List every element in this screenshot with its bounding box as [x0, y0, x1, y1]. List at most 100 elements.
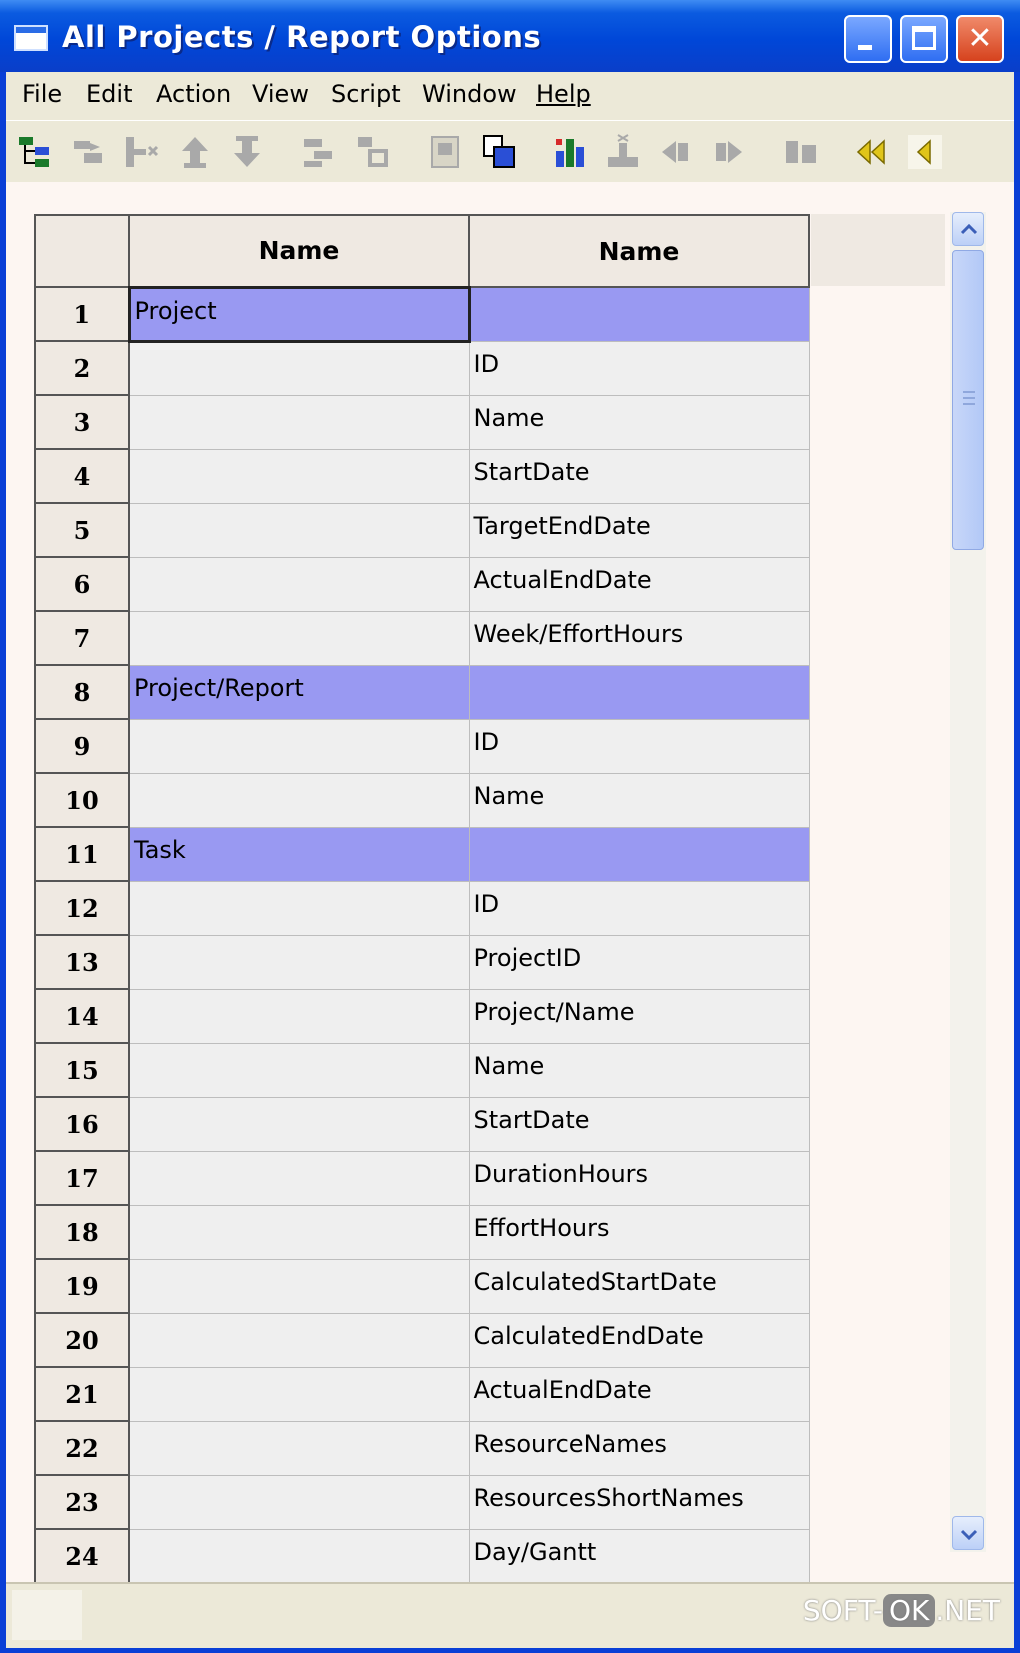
cell-level-1[interactable]	[128, 1366, 470, 1422]
corner-header[interactable]	[34, 214, 130, 288]
row-number[interactable]: 19	[34, 1258, 130, 1314]
cell-level-2[interactable]: ID	[468, 880, 810, 936]
cell-level-1[interactable]	[128, 1042, 470, 1098]
maximize-button[interactable]	[900, 15, 948, 63]
close-button[interactable]: ✕	[956, 15, 1004, 63]
cell-level-2[interactable]: ID	[468, 718, 810, 774]
row-number[interactable]: 16	[34, 1096, 130, 1152]
table-row[interactable]: 14 Project/Name	[34, 988, 810, 1044]
row-number[interactable]: 21	[34, 1366, 130, 1422]
row-number[interactable]: 18	[34, 1204, 130, 1260]
cell-level-2[interactable]: CalculatedEndDate	[468, 1312, 810, 1368]
table-row[interactable]: 5 TargetEndDate	[34, 502, 810, 558]
table-row[interactable]: 12 ID	[34, 880, 810, 936]
scroll-thumb[interactable]	[952, 250, 984, 550]
row-number[interactable]: 23	[34, 1474, 130, 1530]
cell-level-1[interactable]	[128, 1420, 470, 1476]
cell-level-1[interactable]	[128, 1096, 470, 1152]
cell-level-2[interactable]: EffortHours	[468, 1204, 810, 1260]
cell-level-2[interactable]: Project/Name	[468, 988, 810, 1044]
cell-level-2[interactable]	[468, 664, 810, 720]
table-row[interactable]: 24 Day/Gantt	[34, 1528, 810, 1584]
menu-script[interactable]: Script	[331, 80, 401, 108]
cell-level-1[interactable]	[128, 880, 470, 936]
table-row[interactable]: 20 CalculatedEndDate	[34, 1312, 810, 1368]
move-up-icon[interactable]	[176, 133, 214, 171]
cell-level-1[interactable]	[128, 988, 470, 1044]
cell-level-1[interactable]	[128, 610, 470, 666]
table-row[interactable]: 22 ResourceNames	[34, 1420, 810, 1476]
tree-view-icon[interactable]	[16, 133, 54, 171]
cell-level-2[interactable]: Week/EffortHours	[468, 610, 810, 666]
next-icon[interactable]	[710, 133, 748, 171]
insert-icon[interactable]	[604, 133, 642, 171]
row-number[interactable]: 5	[34, 502, 130, 558]
cell-level-2[interactable]: Name	[468, 394, 810, 450]
table-row[interactable]: 17 DurationHours	[34, 1150, 810, 1206]
cell-level-2[interactable]: Name	[468, 1042, 810, 1098]
row-number[interactable]: 22	[34, 1420, 130, 1476]
row-number[interactable]: 6	[34, 556, 130, 612]
table-row[interactable]: 18 EffortHours	[34, 1204, 810, 1260]
column-header-name-2[interactable]: Name	[468, 214, 810, 288]
cell-level-2[interactable]: TargetEndDate	[468, 502, 810, 558]
row-number[interactable]: 8	[34, 664, 130, 720]
copy-icon[interactable]	[480, 133, 518, 171]
cell-level-2[interactable]	[468, 826, 810, 882]
page-icon[interactable]	[426, 133, 464, 171]
cell-level-1[interactable]: Project/Report	[128, 664, 470, 720]
move-down-icon[interactable]	[228, 133, 266, 171]
row-number[interactable]: 14	[34, 988, 130, 1044]
table-row[interactable]: 4 StartDate	[34, 448, 810, 504]
cell-level-1[interactable]	[128, 448, 470, 504]
scroll-up-button[interactable]	[952, 212, 984, 246]
group-row[interactable]: 1 Project	[34, 285, 810, 343]
minimize-button[interactable]	[844, 15, 892, 63]
columns-icon[interactable]	[782, 133, 820, 171]
row-number[interactable]: 24	[34, 1528, 130, 1584]
cell-level-2[interactable]: ActualEndDate	[468, 556, 810, 612]
cell-level-2[interactable]: Name	[468, 772, 810, 828]
back-icon[interactable]	[906, 133, 944, 171]
row-number[interactable]: 20	[34, 1312, 130, 1368]
table-row[interactable]: 3 Name	[34, 394, 810, 450]
scroll-down-button[interactable]	[952, 1516, 984, 1550]
row-number[interactable]: 11	[34, 826, 130, 882]
cell-level-1[interactable]	[128, 1312, 470, 1368]
column-header-name-1[interactable]: Name	[128, 214, 470, 288]
table-row[interactable]: 21 ActualEndDate	[34, 1366, 810, 1422]
menu-action[interactable]: Action	[156, 80, 231, 108]
row-number[interactable]: 9	[34, 718, 130, 774]
first-icon[interactable]	[852, 133, 890, 171]
cell-level-1[interactable]	[128, 340, 470, 396]
cell-level-1[interactable]	[128, 1474, 470, 1530]
row-number[interactable]: 15	[34, 1042, 130, 1098]
table-row[interactable]: 23 ResourcesShortNames	[34, 1474, 810, 1530]
menu-file[interactable]: File	[22, 80, 62, 108]
table-row[interactable]: 19 CalculatedStartDate	[34, 1258, 810, 1314]
cell-level-2[interactable]: StartDate	[468, 448, 810, 504]
delete-column-icon[interactable]	[122, 133, 160, 171]
cell-level-1[interactable]	[128, 1204, 470, 1260]
cell-level-2[interactable]: ActualEndDate	[468, 1366, 810, 1422]
cell-level-1[interactable]	[128, 934, 470, 990]
cell-level-2[interactable]	[468, 286, 810, 342]
cell-level-1[interactable]	[128, 772, 470, 828]
cell-level-1[interactable]	[128, 556, 470, 612]
cell-level-2[interactable]: StartDate	[468, 1096, 810, 1152]
cell-level-2[interactable]: ResourcesShortNames	[468, 1474, 810, 1530]
row-number[interactable]: 3	[34, 394, 130, 450]
table-row[interactable]: 2 ID	[34, 340, 810, 396]
menu-view[interactable]: View	[252, 80, 309, 108]
row-number[interactable]: 7	[34, 610, 130, 666]
group-row[interactable]: 8 Project/Report	[34, 664, 810, 720]
vertical-scrollbar[interactable]	[950, 212, 986, 1552]
cell-level-1[interactable]	[128, 1528, 470, 1584]
cell-level-2[interactable]: Day/Gantt	[468, 1528, 810, 1584]
chart-icon[interactable]	[552, 133, 590, 171]
cell-level-1[interactable]: Task	[128, 826, 470, 882]
cell-level-1[interactable]	[128, 394, 470, 450]
cell-level-2[interactable]: ProjectID	[468, 934, 810, 990]
cell-level-2[interactable]: CalculatedStartDate	[468, 1258, 810, 1314]
menu-edit[interactable]: Edit	[86, 80, 132, 108]
